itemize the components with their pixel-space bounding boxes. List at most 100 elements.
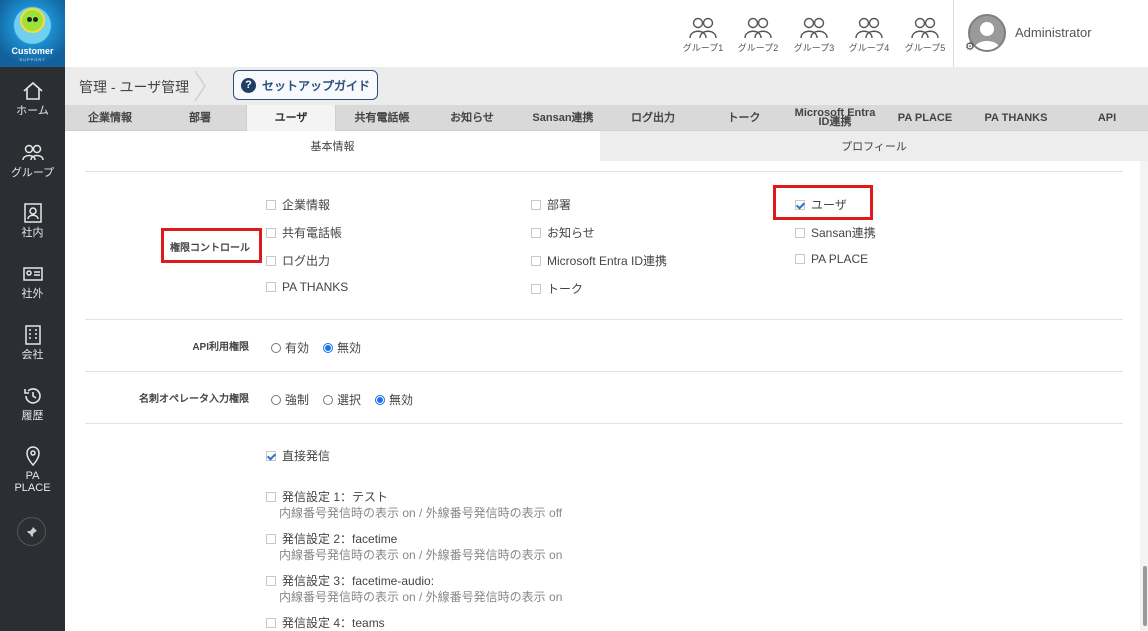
group-shortcut-2[interactable]: グループ2 bbox=[736, 16, 780, 54]
pin-button[interactable] bbox=[17, 517, 46, 546]
top-header: グループ1 グループ2 グループ3 グループ4 グループ5 ⚙ Administ… bbox=[65, 0, 1148, 67]
tab-microsoft-entra[interactable]: Microsoft Entra ID連携 bbox=[790, 105, 880, 131]
tab-department[interactable]: 部署 bbox=[155, 105, 245, 131]
perm-pa-thanks-checkbox[interactable]: PA THANKS bbox=[266, 280, 348, 294]
direct-call-checkbox[interactable]: 直接発信 bbox=[266, 447, 330, 464]
call-setting-3-checkbox[interactable]: 発信設定 3：facetime-audio: bbox=[266, 572, 434, 589]
sidebar-item-internal[interactable]: 社内 bbox=[0, 202, 65, 239]
checkbox-label: 発信設定 4：teams bbox=[282, 616, 385, 630]
perm-entra-checkbox[interactable]: Microsoft Entra ID連携 bbox=[531, 252, 667, 269]
tab-shared-phonebook[interactable]: 共有電話帳 bbox=[337, 105, 427, 131]
subtab-basic-info[interactable]: 基本情報 bbox=[65, 131, 600, 161]
scrollbar[interactable] bbox=[1140, 161, 1148, 631]
checkbox-box[interactable] bbox=[266, 199, 276, 210]
question-icon: ? bbox=[240, 77, 256, 93]
api-enabled-radio[interactable]: 有効 bbox=[271, 339, 309, 356]
checkbox-box[interactable] bbox=[531, 227, 541, 238]
perm-log-export-checkbox[interactable]: ログ出力 bbox=[266, 252, 330, 269]
tab-label: API bbox=[1097, 111, 1117, 124]
radio-circle[interactable] bbox=[271, 394, 281, 405]
group-shortcut-1[interactable]: グループ1 bbox=[681, 16, 725, 54]
tab-pa-place[interactable]: PA PLACE bbox=[880, 105, 970, 131]
sidebar-item-history[interactable]: 履歴 bbox=[0, 385, 65, 422]
checkbox-box[interactable] bbox=[266, 282, 276, 292]
radio-circle[interactable] bbox=[375, 394, 385, 405]
app-logo[interactable]: Customer SUPPORT bbox=[0, 0, 65, 67]
radio-label: 強制 bbox=[285, 393, 310, 407]
perm-pa-place-checkbox[interactable]: PA PLACE bbox=[795, 252, 868, 266]
tab-talk[interactable]: トーク bbox=[699, 105, 789, 131]
checkbox-box[interactable] bbox=[795, 227, 805, 238]
group-shortcut-4[interactable]: グループ4 bbox=[847, 16, 891, 54]
perm-shared-phonebook-checkbox[interactable]: 共有電話帳 bbox=[266, 224, 342, 241]
sidebar-item-external[interactable]: 社外 bbox=[0, 263, 65, 300]
checkbox-box[interactable] bbox=[266, 491, 276, 502]
tab-pa-thanks[interactable]: PA THANKS bbox=[971, 105, 1061, 131]
checkbox-box[interactable] bbox=[531, 283, 541, 294]
checkbox-box[interactable] bbox=[531, 199, 541, 210]
group-shortcut-label: グループ3 bbox=[793, 43, 835, 53]
app-window: Customer SUPPORT ホーム グループ 社内 社外 会社 履歴 PA… bbox=[0, 0, 1148, 631]
checkbox-box[interactable] bbox=[266, 450, 276, 461]
radio-circle[interactable] bbox=[271, 342, 281, 353]
sidebar-item-company[interactable]: 会社 bbox=[0, 324, 65, 361]
sidebar-item-home[interactable]: ホーム bbox=[0, 80, 65, 117]
sidebar-item-group[interactable]: グループ bbox=[0, 142, 65, 179]
tab-notice[interactable]: お知らせ bbox=[427, 105, 517, 131]
logo-subtext: SUPPORT bbox=[19, 57, 46, 62]
checkbox-box[interactable] bbox=[266, 617, 276, 628]
checkbox-box[interactable] bbox=[266, 533, 276, 544]
group-shortcut-label: グループ2 bbox=[737, 43, 779, 53]
group-shortcut-label: グループ5 bbox=[904, 43, 946, 53]
tab-sansan[interactable]: Sansan連携 bbox=[518, 105, 608, 131]
group-shortcut-5[interactable]: グループ5 bbox=[903, 16, 947, 54]
perm-company-info-checkbox[interactable]: 企業情報 bbox=[266, 196, 330, 213]
radio-circle[interactable] bbox=[323, 394, 333, 405]
call-setting-2-checkbox[interactable]: 発信設定 2：facetime bbox=[266, 530, 397, 547]
building-icon bbox=[24, 325, 41, 345]
card-input-force-radio[interactable]: 強制 bbox=[271, 391, 309, 408]
sidebar-item-label: 社内 bbox=[21, 227, 44, 239]
group-shortcut-3[interactable]: グループ3 bbox=[792, 16, 836, 54]
subtab-profile[interactable]: プロフィール bbox=[600, 131, 1148, 161]
card-input-select-radio[interactable]: 選択 bbox=[323, 391, 361, 408]
checkbox-label: 直接発信 bbox=[282, 449, 331, 463]
perm-notice-checkbox[interactable]: お知らせ bbox=[531, 224, 595, 241]
checkbox-box[interactable] bbox=[266, 575, 276, 586]
tab-label: 部署 bbox=[189, 111, 211, 124]
perm-talk-checkbox[interactable]: トーク bbox=[531, 280, 583, 297]
user-name[interactable]: Administrator bbox=[1015, 25, 1092, 40]
card-input-disabled-radio[interactable]: 無効 bbox=[375, 391, 413, 408]
api-disabled-radio[interactable]: 無効 bbox=[323, 339, 361, 356]
group-shortcut-label: グループ4 bbox=[848, 43, 890, 53]
checkbox-box[interactable] bbox=[266, 227, 276, 238]
group-icon bbox=[744, 17, 772, 39]
tab-company-info[interactable]: 企業情報 bbox=[65, 105, 155, 131]
perm-department-checkbox[interactable]: 部署 bbox=[531, 196, 571, 213]
call-setting-1-note: 内線番号発信時の表示 on / 外線番号発信時の表示 off bbox=[279, 506, 563, 520]
call-setting-2-note: 内線番号発信時の表示 on / 外線番号発信時の表示 on bbox=[279, 548, 563, 562]
divider bbox=[85, 423, 1123, 424]
sidebar-item-label: 社外 bbox=[21, 288, 44, 300]
sidebar-item-label: 履歴 bbox=[21, 410, 44, 422]
tab-api[interactable]: API bbox=[1062, 105, 1148, 131]
highlight-box bbox=[161, 228, 262, 263]
perm-sansan-checkbox[interactable]: Sansan連携 bbox=[795, 224, 876, 241]
radio-label: 無効 bbox=[337, 341, 362, 355]
checkbox-box[interactable] bbox=[266, 255, 276, 266]
tab-user[interactable]: ユーザ bbox=[246, 105, 336, 132]
checkbox-label: Microsoft Entra ID連携 bbox=[547, 254, 668, 268]
group-icon bbox=[800, 17, 828, 39]
sidebar-item-label: PLACE bbox=[14, 482, 51, 494]
sidebar-item-pa-place[interactable]: PA PLACE bbox=[0, 445, 65, 494]
highlight-box bbox=[773, 185, 873, 220]
radio-circle[interactable] bbox=[323, 342, 333, 353]
tab-log-export[interactable]: ログ出力 bbox=[608, 105, 698, 131]
checkbox-box[interactable] bbox=[795, 254, 805, 264]
call-setting-4-checkbox[interactable]: 発信設定 4：teams bbox=[266, 614, 385, 631]
checkbox-box[interactable] bbox=[531, 255, 541, 266]
call-setting-1-checkbox[interactable]: 発信設定 1：テスト bbox=[266, 488, 388, 505]
setup-guide-button[interactable]: ? セットアップガイド bbox=[233, 70, 378, 100]
scrollbar-thumb[interactable] bbox=[1143, 566, 1147, 626]
gear-icon[interactable]: ⚙ bbox=[965, 40, 975, 53]
